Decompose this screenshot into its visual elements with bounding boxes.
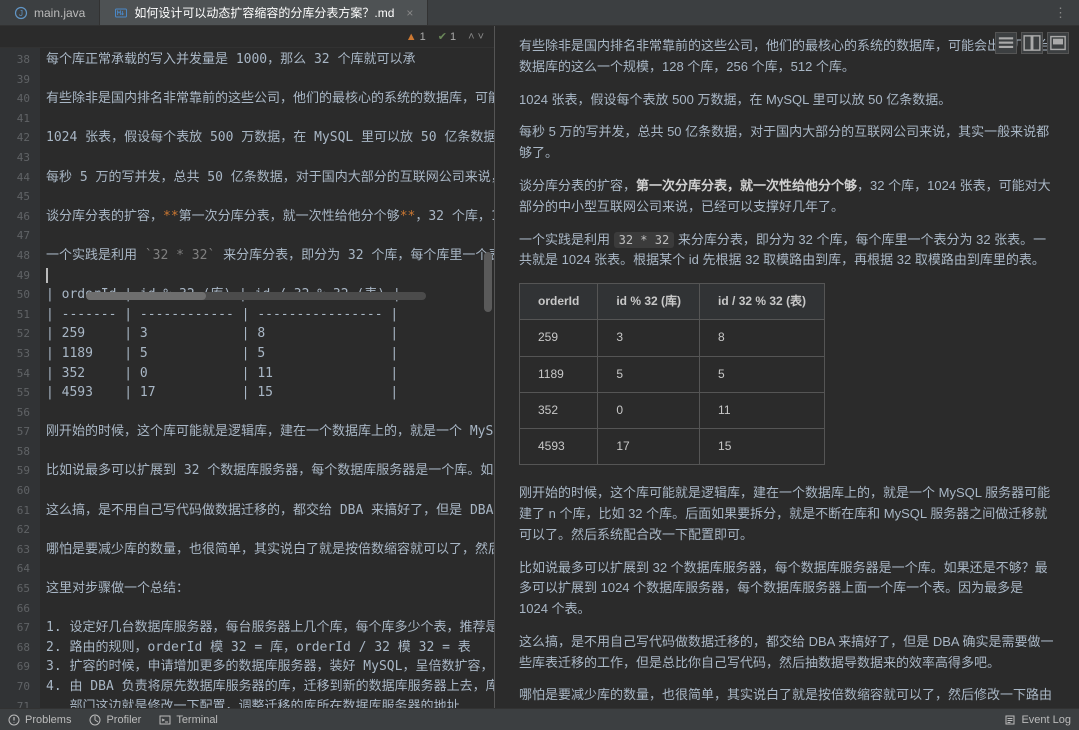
preview-paragraph: 每秒 5 万的写并发，总共 50 亿条数据，对于国内大部分的互联网公司来说，其实… [519,122,1055,164]
table-header: id / 32 % 32 (表) [700,284,825,320]
preview-toolbar [995,32,1069,54]
table-row: 45931715 [520,428,825,464]
editor-only-icon[interactable] [995,32,1017,54]
tabs-bar: J main.java 如何设计可以动态扩容缩容的分库分表方案？.md × ⋮ [0,0,1079,26]
close-icon[interactable]: × [406,6,413,20]
pass-indicator[interactable]: ✔1 [438,30,456,43]
preview-paragraph: 哪怕是要减少库的数量，也很简单，其实说白了就是按倍数缩容就可以了，然后修改一下路… [519,685,1055,708]
tab-label: main.java [34,6,85,20]
table-header: id % 32 (库) [598,284,700,320]
warning-indicator[interactable]: ▲1 [406,31,426,43]
tab-md-file[interactable]: 如何设计可以动态扩容缩容的分库分表方案？.md × [100,0,428,25]
problems-icon [8,714,20,726]
chevron-up-down-icon[interactable]: ˄ ˅ [468,31,484,43]
profiler-icon [89,714,101,726]
line-gutter: 3839404142434445464748495051525354555657… [0,48,40,708]
tab-label: 如何设计可以动态扩容缩容的分库分表方案？.md [134,4,394,21]
event-log-icon [1004,714,1016,726]
vertical-scrollbar[interactable] [484,52,492,706]
preview-paragraph: 一个实践是利用 32 * 32 来分库分表，即分为 32 个库，每个库里一个表分… [519,230,1055,272]
markdown-preview: 有些除非是国内排名非常靠前的这些公司，他们的最核心的系统的数据库，可能会出现几百… [495,26,1079,708]
editor-preview-icon[interactable] [1021,32,1043,54]
table-header: orderId [520,284,598,320]
java-file-icon: J [14,6,28,20]
tabs-overflow-icon[interactable]: ⋮ [1054,5,1079,21]
problems-button[interactable]: Problems [8,714,71,726]
status-bar: Problems Profiler Terminal Event Log [0,708,1079,730]
tab-main-java[interactable]: J main.java [0,0,100,25]
markdown-file-icon [114,6,128,20]
preview-paragraph: 有些除非是国内排名非常靠前的这些公司，他们的最核心的系统的数据库，可能会出现几百… [519,36,1055,78]
main-area: ▲1 ✔1 ˄ ˅ 383940414243444546474849505152… [0,26,1079,708]
preview-paragraph: 谈分库分表的扩容，第一次分库分表，就一次性给他分个够，32 个库，1024 张表… [519,176,1055,218]
terminal-button[interactable]: Terminal [159,714,218,726]
preview-table: orderIdid % 32 (库)id / 32 % 32 (表) 25938… [519,283,825,465]
preview-paragraph: 刚开始的时候，这个库可能就是逻辑库，建在一个数据库上的，就是一个 MySQL 服… [519,483,1055,545]
horizontal-scrollbar[interactable] [86,292,426,300]
code-area[interactable]: 每个库正常承载的写入并发量是 1000，那么 32 个库就可以承 有些除非是国内… [40,48,494,708]
table-row: 118955 [520,356,825,392]
svg-text:J: J [19,9,23,18]
preview-paragraph: 1024 张表，假设每个表放 500 万数据，在 MySQL 里可以放 50 亿… [519,90,1055,111]
editor-inspection-banner: ▲1 ✔1 ˄ ˅ [0,26,494,48]
profiler-button[interactable]: Profiler [89,714,141,726]
table-row: 352011 [520,392,825,428]
preview-paragraph: 比如说最多可以扩展到 32 个数据库服务器，每个数据库服务器是一个库。如果还是不… [519,558,1055,620]
table-row: 25938 [520,320,825,356]
event-log-button[interactable]: Event Log [1004,714,1071,726]
terminal-icon [159,714,171,726]
preview-only-icon[interactable] [1047,32,1069,54]
editor-pane: ▲1 ✔1 ˄ ˅ 383940414243444546474849505152… [0,26,495,708]
preview-paragraph: 这么搞，是不用自己写代码做数据迁移的，都交给 DBA 来搞好了，但是 DBA 确… [519,632,1055,674]
inline-code: 32 * 32 [614,232,675,248]
editor-body: 3839404142434445464748495051525354555657… [0,48,494,708]
